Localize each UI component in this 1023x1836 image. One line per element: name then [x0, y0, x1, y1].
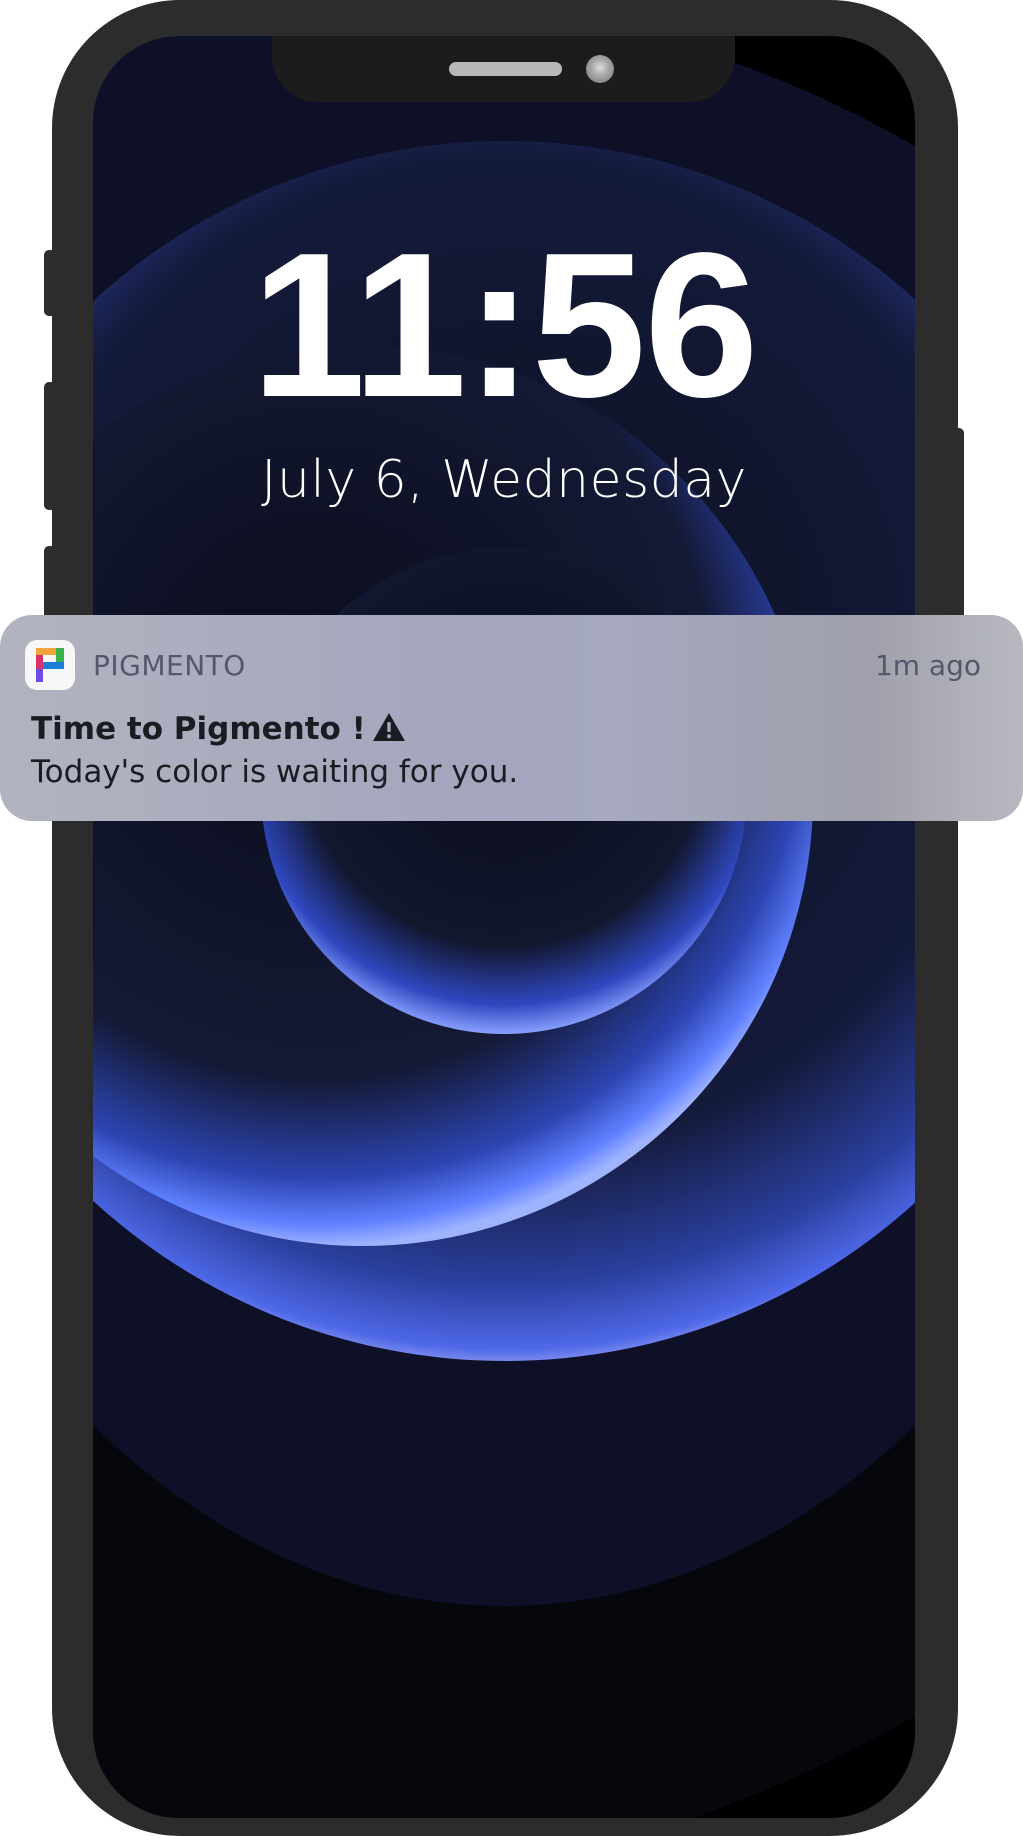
notification-title: Time to Pigmento !	[31, 711, 366, 747]
lock-screen-date: July 6, Wednesday	[261, 450, 747, 510]
notification-timestamp: 1m ago	[874, 649, 981, 682]
earpiece-speaker	[449, 62, 562, 76]
notification-app-name: PIGMENTO	[93, 649, 246, 682]
notification-banner[interactable]: PIGMENTO 1m ago Time to Pigmento ! Today…	[0, 615, 1023, 821]
lock-screen-time: 11:56	[251, 210, 759, 440]
front-camera	[586, 55, 614, 83]
warning-icon	[372, 713, 405, 741]
notification-title-row: Time to Pigmento !	[31, 711, 406, 747]
notification-body: Today's color is waiting for you.	[31, 754, 519, 790]
phone-mockup: 11:56 July 6, Wednesday PIGMENTO 1m ago …	[0, 0, 1023, 1836]
pigmento-logo-icon	[25, 640, 75, 690]
